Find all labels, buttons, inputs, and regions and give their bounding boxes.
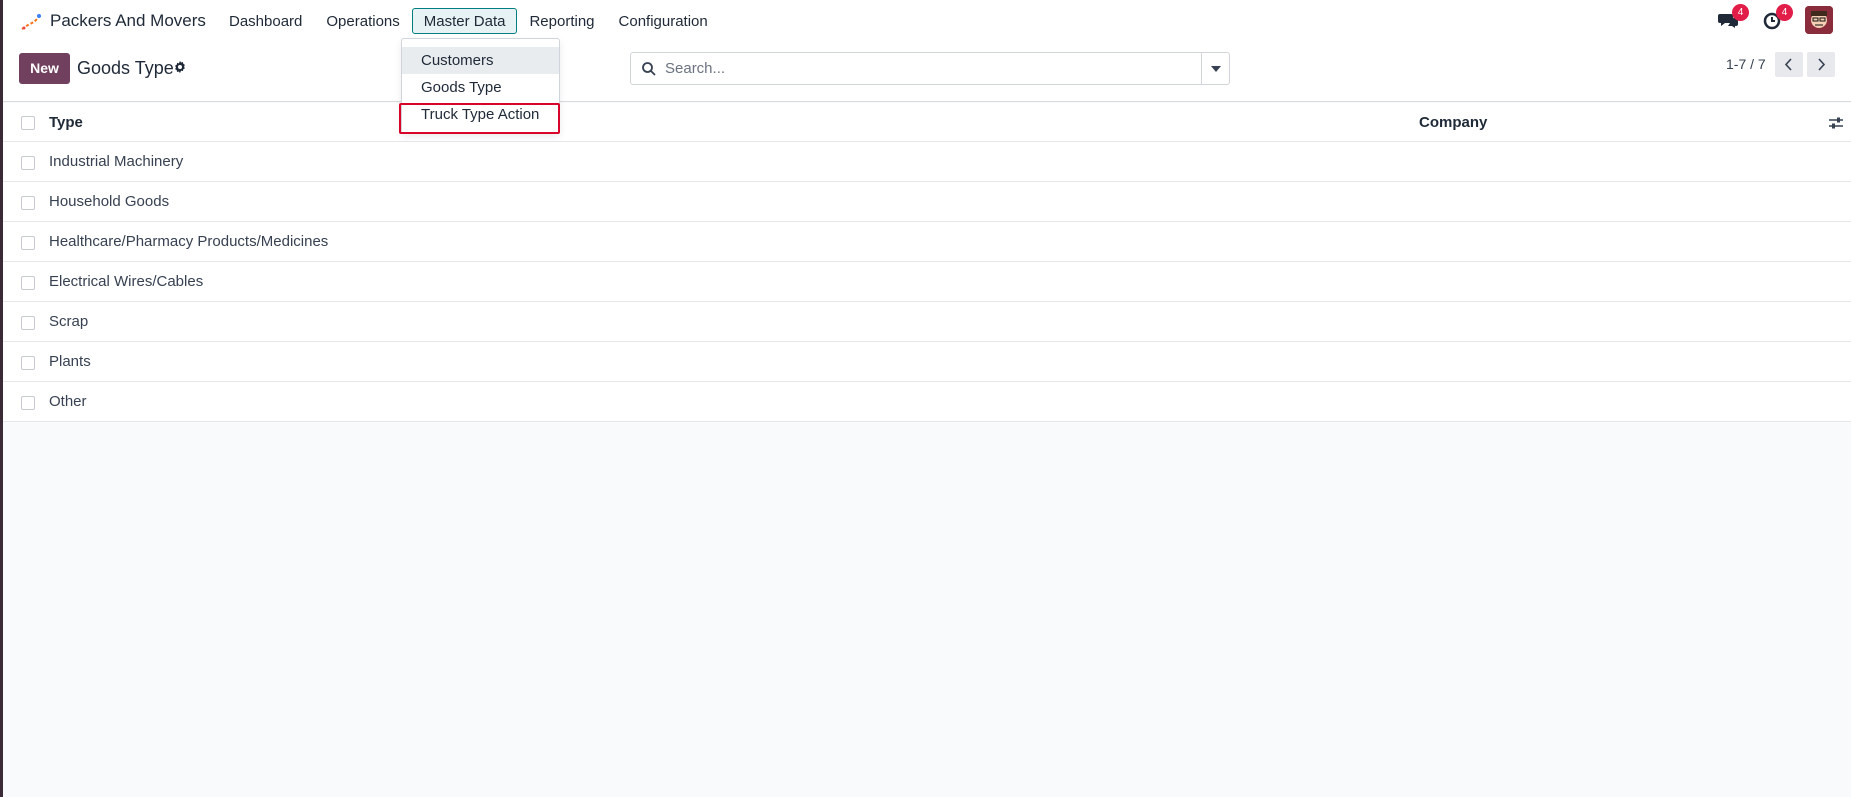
menu-operations[interactable]: Operations: [314, 8, 411, 34]
table-row[interactable]: Plants: [3, 342, 1851, 382]
search-icon: [642, 62, 656, 76]
table-header: Type Company: [3, 103, 1851, 142]
table-row[interactable]: Industrial Machinery: [3, 142, 1851, 182]
search-bar: [630, 52, 1230, 85]
dropdown-item-goods-type[interactable]: Goods Type: [402, 74, 559, 101]
row-checkbox[interactable]: [21, 356, 35, 370]
optional-columns-icon[interactable]: [1828, 116, 1844, 130]
highlight-box: [399, 103, 560, 134]
table-row[interactable]: Household Goods: [3, 182, 1851, 222]
table-row[interactable]: Other: [3, 382, 1851, 422]
menu-dashboard[interactable]: Dashboard: [217, 8, 314, 34]
pager-value[interactable]: 1-7 / 7: [1726, 56, 1766, 72]
messages-button[interactable]: 4: [1717, 4, 1749, 31]
page-title[interactable]: Goods Type: [77, 58, 174, 79]
pager-previous-button[interactable]: [1775, 52, 1803, 77]
table-row[interactable]: Healthcare/Pharmacy Products/Medicines: [3, 222, 1851, 262]
activities-badge: 4: [1776, 4, 1793, 21]
row-checkbox[interactable]: [21, 156, 35, 170]
chevron-right-icon: [1818, 58, 1826, 71]
systray: 4 4: [1717, 4, 1833, 34]
menu-configuration[interactable]: Configuration: [607, 8, 720, 34]
avatar-icon: [1805, 6, 1833, 34]
row-checkbox[interactable]: [21, 236, 35, 250]
goods-type-list: Type Company Industrial Machinery Househ…: [3, 103, 1851, 422]
table-row[interactable]: Electrical Wires/Cables: [3, 262, 1851, 302]
top-navbar: Packers And Movers Dashboard Operations …: [3, 0, 1851, 42]
select-all-checkbox[interactable]: [21, 116, 35, 130]
row-type-cell: Household Goods: [49, 193, 170, 210]
page: Packers And Movers Dashboard Operations …: [0, 0, 1851, 797]
pager-next-button[interactable]: [1807, 52, 1835, 77]
column-header-company[interactable]: Company: [1419, 114, 1487, 131]
column-header-type[interactable]: Type: [49, 114, 83, 131]
messages-badge: 4: [1732, 4, 1749, 21]
control-panel: New Goods Type 1-7 / 7: [3, 42, 1851, 102]
search-options-toggle[interactable]: [1201, 53, 1229, 84]
dropdown-item-customers[interactable]: Customers: [402, 47, 559, 74]
row-checkbox[interactable]: [21, 276, 35, 290]
main-menu: Dashboard Operations Master Data Reporti…: [217, 0, 720, 42]
search-input[interactable]: [665, 53, 1205, 84]
row-checkbox[interactable]: [21, 196, 35, 210]
app-logo-icon[interactable]: [20, 11, 42, 33]
row-type-cell: Scrap: [49, 313, 89, 330]
row-checkbox[interactable]: [21, 396, 35, 410]
menu-master-data[interactable]: Master Data: [411, 8, 518, 34]
row-checkbox[interactable]: [21, 316, 35, 330]
chevron-left-icon: [1784, 58, 1792, 71]
activities-button[interactable]: 4: [1761, 4, 1793, 31]
table-row[interactable]: Scrap: [3, 302, 1851, 342]
new-button[interactable]: New: [19, 53, 70, 84]
row-type-cell: Electrical Wires/Cables: [49, 273, 204, 290]
row-type-cell: Other: [49, 393, 87, 410]
app-name[interactable]: Packers And Movers: [50, 11, 206, 31]
row-type-cell: Healthcare/Pharmacy Products/Medicines: [49, 233, 329, 250]
gear-icon[interactable]: [173, 60, 187, 74]
menu-reporting[interactable]: Reporting: [517, 8, 606, 34]
row-type-cell: Plants: [49, 353, 91, 370]
row-type-cell: Industrial Machinery: [49, 153, 184, 170]
user-avatar[interactable]: [1805, 6, 1833, 34]
